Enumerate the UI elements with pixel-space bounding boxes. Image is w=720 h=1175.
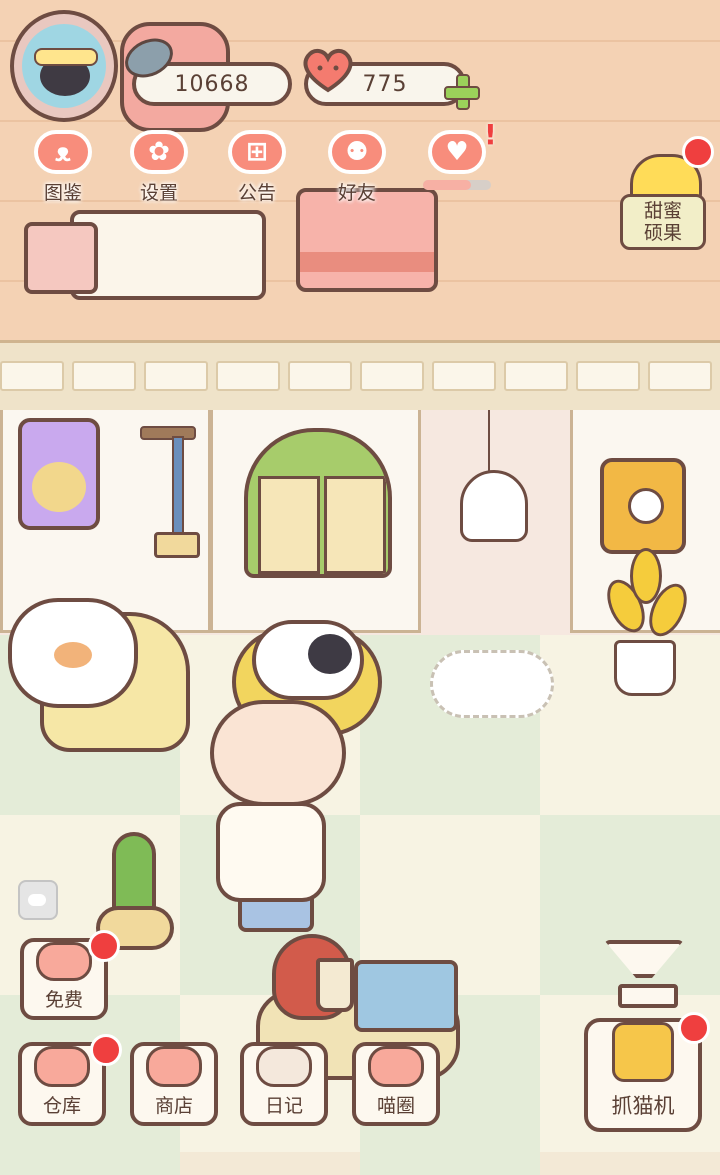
- friends-icon: ⚉: [328, 130, 386, 174]
- claw-machine-funnel: [604, 940, 684, 1010]
- catalog-button[interactable]: ᴥ 图鉴: [22, 130, 104, 208]
- free-label: 免费: [44, 989, 83, 1011]
- event-notification-dot: [682, 136, 714, 168]
- free-notification-dot: [88, 930, 120, 962]
- cat-planet-icon: [368, 1046, 424, 1087]
- diary-label: 日记: [264, 1095, 303, 1117]
- notice-button[interactable]: ⊞ 公告: [216, 130, 298, 208]
- settings-button[interactable]: ✿ 设置: [118, 130, 200, 208]
- book-stack[interactable]: [354, 960, 458, 1032]
- heart-icon: [36, 942, 92, 981]
- cat-head-icon: ᴥ: [34, 130, 92, 174]
- gear-icon: ✿: [130, 130, 188, 174]
- cat-circle-button[interactable]: 喵圈: [352, 1042, 440, 1126]
- wall-rail: [0, 340, 720, 418]
- event-label-line1: 甜蜜: [643, 200, 682, 222]
- heart-gift-progress: [423, 180, 491, 190]
- gift-icon: ⊞: [228, 130, 286, 174]
- coffee-cup: [316, 958, 354, 1012]
- shop-label: 商店: [154, 1095, 193, 1117]
- shop-button[interactable]: 商店: [130, 1042, 218, 1126]
- desk[interactable]: [70, 210, 266, 300]
- settings-label: 设置: [139, 182, 178, 204]
- catalog-label: 图鉴: [43, 182, 82, 204]
- player-character[interactable]: [210, 700, 346, 806]
- claw-machine-label: 抓猫机: [611, 1094, 675, 1118]
- heart-gift-icon: ♥: [428, 130, 486, 174]
- pink-bag[interactable]: [24, 222, 98, 294]
- player-avatar[interactable]: [10, 10, 118, 122]
- window[interactable]: [244, 428, 392, 578]
- player-body: [216, 802, 326, 902]
- claw-icon: [612, 1022, 674, 1082]
- wall-poster[interactable]: [18, 418, 100, 530]
- friends-button[interactable]: ⚉ 好友: [316, 130, 398, 208]
- cat-circle-label: 喵圈: [376, 1095, 415, 1117]
- cat-rug[interactable]: [430, 650, 554, 718]
- diary-button[interactable]: 日记: [240, 1042, 328, 1126]
- heart-count: 775: [362, 71, 408, 97]
- claw-notification-dot: [678, 1012, 710, 1044]
- wall-phone[interactable]: [600, 458, 686, 554]
- diary-icon: [256, 1046, 312, 1087]
- coin-count: 10668: [174, 71, 250, 97]
- friends-label: 好友: [337, 182, 376, 204]
- warehouse-icon: [34, 1046, 90, 1087]
- heart-icon: [303, 49, 353, 93]
- warehouse-label: 仓库: [42, 1095, 81, 1117]
- chat-toggle-button[interactable]: [18, 880, 58, 920]
- hanging-string: [488, 410, 490, 472]
- event-label-line2: 硕果: [643, 222, 682, 244]
- orange-white-cat[interactable]: [8, 598, 138, 708]
- shop-icon: [146, 1046, 202, 1087]
- warehouse-notification-dot: [90, 1034, 122, 1066]
- notice-label: 公告: [237, 182, 276, 204]
- broom-rack[interactable]: [140, 426, 200, 566]
- alert-exclaim-icon: !: [484, 118, 497, 151]
- cap-wearing-cat[interactable]: [252, 620, 364, 700]
- tulip-plant[interactable]: [599, 548, 695, 698]
- add-hearts-plus-icon[interactable]: [444, 74, 480, 110]
- hanging-ghost-doll[interactable]: [460, 470, 528, 542]
